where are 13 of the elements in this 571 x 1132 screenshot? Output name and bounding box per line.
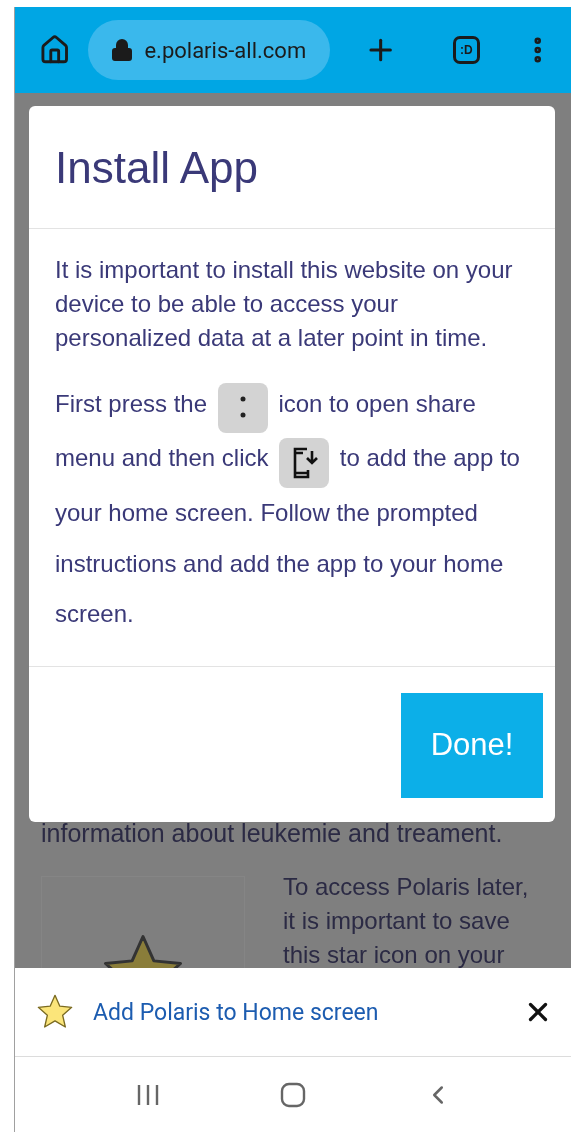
address-bar[interactable]: e.polaris-all.com bbox=[88, 20, 330, 80]
home-button-icon[interactable] bbox=[280, 1081, 306, 1108]
recent-apps-icon[interactable] bbox=[135, 1082, 160, 1107]
page-paragraph: To access Polaris later, it is important to save this star icon on your bbox=[283, 872, 530, 968]
lock-icon bbox=[110, 38, 135, 62]
dialog-title: Install App bbox=[55, 142, 260, 194]
instructions-paragraph: First press the icon to open share menu and then click to add the app to your home screen. Follow the prompted instructions and add the app to your home screen. bbox=[55, 379, 521, 640]
add-to-home-link[interactable]: Add Polaris to Home screen bbox=[93, 998, 505, 1026]
page-text: information about leukemie and treament. bbox=[41, 819, 504, 848]
dialog-paragraph: It is important to install this website on your device to be able to access your personalized data at a later point in time. bbox=[55, 255, 514, 353]
url-text: e.polaris-all.com bbox=[144, 37, 307, 63]
vertical-dots-icon bbox=[239, 396, 246, 420]
tab-switcher-button[interactable]: :D bbox=[453, 36, 480, 64]
